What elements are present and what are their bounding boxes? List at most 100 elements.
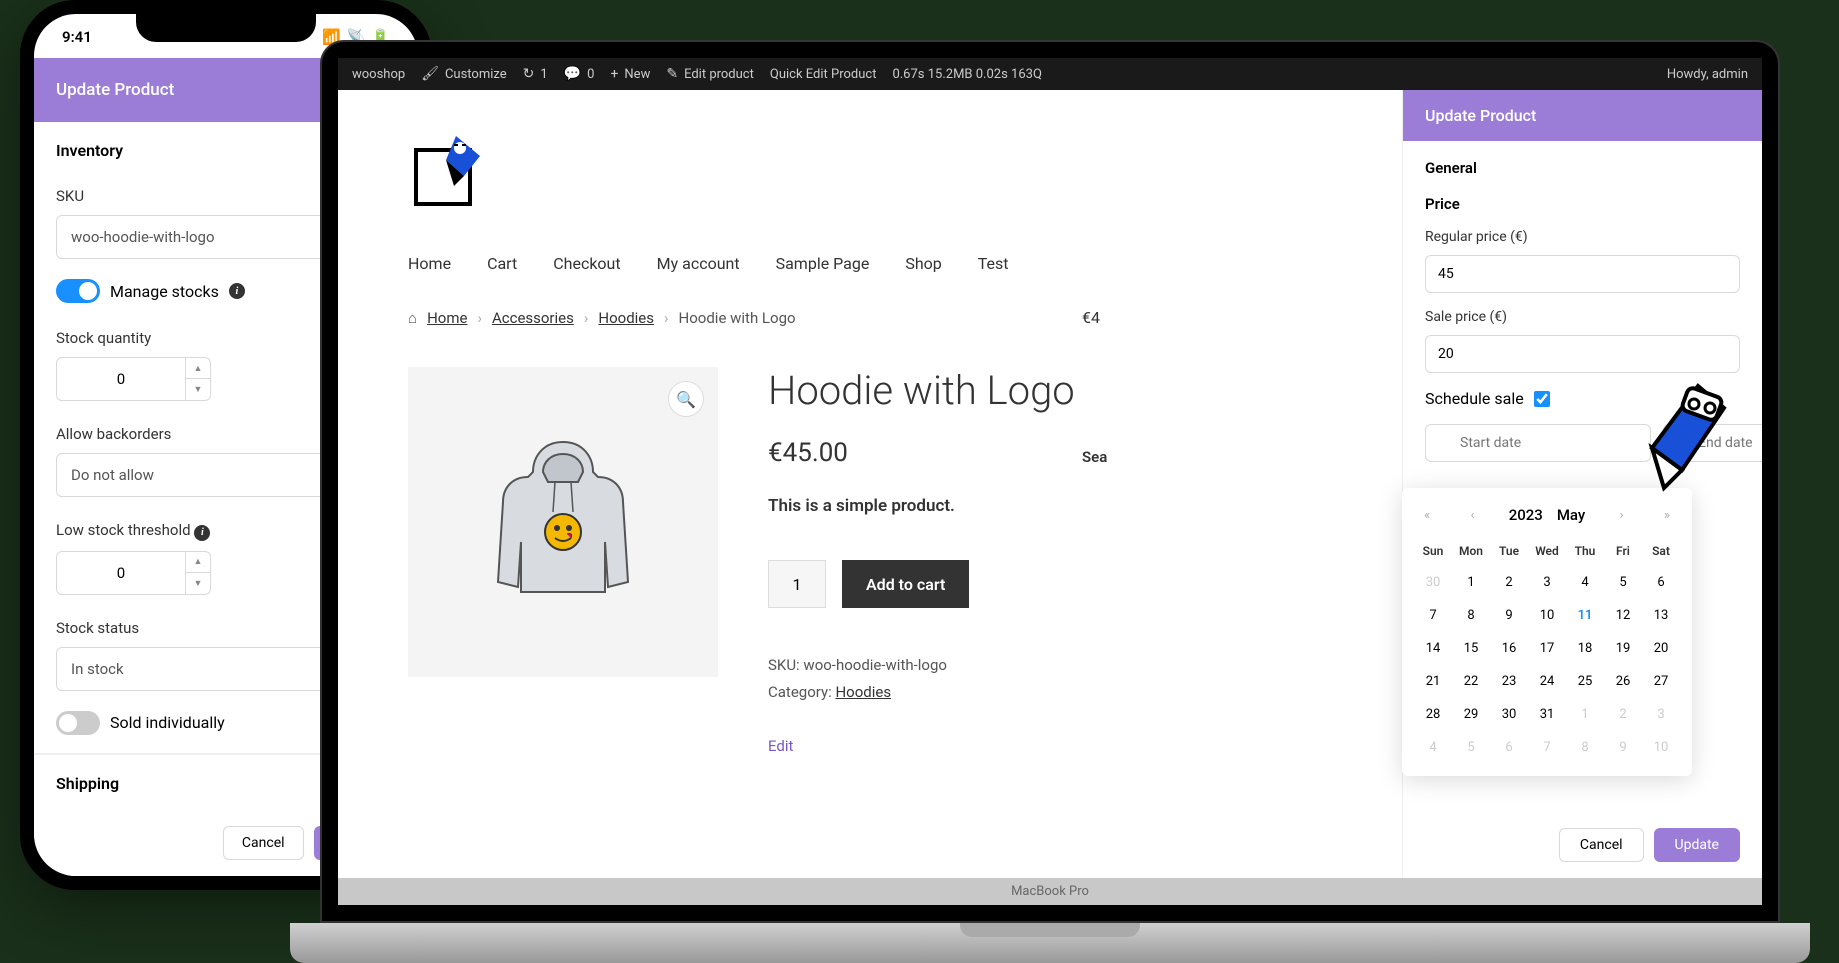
- cal-prev-month[interactable]: ‹: [1464, 508, 1480, 523]
- cal-day[interactable]: 24: [1528, 665, 1566, 698]
- cal-day[interactable]: 30: [1490, 698, 1528, 731]
- cal-next-year[interactable]: »: [1658, 508, 1676, 523]
- cal-day[interactable]: 4: [1566, 566, 1604, 599]
- nav-shop[interactable]: Shop: [905, 254, 941, 273]
- cal-year[interactable]: 2023: [1509, 506, 1543, 524]
- nav-home[interactable]: Home: [408, 254, 451, 273]
- adminbar-howdy[interactable]: Howdy, admin: [1667, 67, 1748, 82]
- cal-day[interactable]: 22: [1452, 665, 1490, 698]
- cal-day[interactable]: 23: [1490, 665, 1528, 698]
- phone-notch: [136, 14, 316, 42]
- low-stock-input[interactable]: [56, 551, 186, 595]
- cal-day[interactable]: 9: [1490, 599, 1528, 632]
- cal-day[interactable]: 8: [1566, 731, 1604, 764]
- cat-link[interactable]: Hoodies: [835, 683, 891, 701]
- cal-day[interactable]: 5: [1452, 731, 1490, 764]
- regular-price-input[interactable]: [1425, 255, 1740, 293]
- cal-day[interactable]: 29: [1452, 698, 1490, 731]
- qty-up-button[interactable]: ▲: [186, 358, 210, 379]
- bc-hoodies[interactable]: Hoodies: [598, 309, 654, 327]
- refresh-icon: ↻: [523, 66, 535, 82]
- cancel-button[interactable]: Cancel: [223, 826, 304, 860]
- low-down-button[interactable]: ▼: [186, 573, 210, 594]
- site-logo: [408, 130, 488, 220]
- cal-day[interactable]: 8: [1452, 599, 1490, 632]
- cal-day[interactable]: 2: [1490, 566, 1528, 599]
- cal-day[interactable]: 10: [1642, 731, 1680, 764]
- cal-day[interactable]: 9: [1604, 731, 1642, 764]
- cal-day[interactable]: 27: [1642, 665, 1680, 698]
- wp-admin-bar: wooshop 🖌Customize ↻1 💬0 +New ✎Edit prod…: [338, 58, 1762, 90]
- cal-day[interactable]: 1: [1566, 698, 1604, 731]
- cal-day[interactable]: 13: [1642, 599, 1680, 632]
- cal-day[interactable]: 3: [1528, 566, 1566, 599]
- qty-down-button[interactable]: ▼: [186, 379, 210, 400]
- cal-day[interactable]: 6: [1490, 731, 1528, 764]
- cal-day[interactable]: 28: [1414, 698, 1452, 731]
- cal-day[interactable]: 18: [1566, 632, 1604, 665]
- cal-day[interactable]: 10: [1528, 599, 1566, 632]
- laptop-brand-label: MacBook Pro: [338, 878, 1762, 905]
- product-title: Hoodie with Logo: [768, 367, 1332, 414]
- cal-day[interactable]: 20: [1642, 632, 1680, 665]
- cal-day[interactable]: 30: [1414, 566, 1452, 599]
- panel-cancel-button[interactable]: Cancel: [1559, 828, 1644, 862]
- adminbar-comments[interactable]: 💬0: [564, 66, 595, 82]
- cal-day[interactable]: 3: [1642, 698, 1680, 731]
- bc-home[interactable]: Home: [427, 309, 467, 327]
- sale-price-input[interactable]: [1425, 335, 1740, 373]
- cal-prev-year[interactable]: «: [1418, 508, 1436, 523]
- adminbar-site[interactable]: wooshop: [352, 67, 405, 82]
- cal-month[interactable]: May: [1557, 506, 1585, 524]
- cal-day[interactable]: 5: [1604, 566, 1642, 599]
- cal-day[interactable]: 16: [1490, 632, 1528, 665]
- info-icon[interactable]: i: [229, 283, 245, 299]
- cal-day[interactable]: 17: [1528, 632, 1566, 665]
- cal-day[interactable]: 7: [1414, 599, 1452, 632]
- cal-day[interactable]: 26: [1604, 665, 1642, 698]
- cal-day[interactable]: 15: [1452, 632, 1490, 665]
- bc-accessories[interactable]: Accessories: [492, 309, 574, 327]
- cat-meta-label: Category:: [768, 683, 832, 701]
- cal-day[interactable]: 31: [1528, 698, 1566, 731]
- laptop-device: wooshop 🖌Customize ↻1 💬0 +New ✎Edit prod…: [320, 40, 1780, 963]
- adminbar-new[interactable]: +New: [610, 66, 650, 82]
- manage-stocks-label: Manage stocks: [110, 282, 219, 301]
- adminbar-edit-product[interactable]: ✎Edit product: [666, 66, 754, 82]
- nav-checkout[interactable]: Checkout: [553, 254, 620, 273]
- nav-sample[interactable]: Sample Page: [776, 254, 870, 273]
- manage-stocks-toggle[interactable]: [56, 279, 100, 303]
- zoom-icon[interactable]: 🔍: [668, 381, 704, 417]
- nav-account[interactable]: My account: [657, 254, 740, 273]
- cal-dow: Wed: [1528, 536, 1566, 566]
- cal-day[interactable]: 12: [1604, 599, 1642, 632]
- adminbar-quick-edit[interactable]: Quick Edit Product: [770, 67, 877, 82]
- cal-dow: Thu: [1566, 536, 1604, 566]
- adminbar-customize[interactable]: 🖌Customize: [421, 66, 506, 82]
- schedule-sale-label: Schedule sale: [1425, 389, 1524, 408]
- cal-day[interactable]: 1: [1452, 566, 1490, 599]
- adminbar-updates[interactable]: ↻1: [523, 66, 548, 82]
- cal-day[interactable]: 19: [1604, 632, 1642, 665]
- cal-day[interactable]: 4: [1414, 731, 1452, 764]
- low-up-button[interactable]: ▲: [186, 552, 210, 573]
- cal-day[interactable]: 25: [1566, 665, 1604, 698]
- nav-cart[interactable]: Cart: [487, 254, 517, 273]
- sold-individually-toggle[interactable]: [56, 711, 100, 735]
- nav-test[interactable]: Test: [978, 254, 1009, 273]
- quantity-input[interactable]: [768, 560, 826, 608]
- edit-link[interactable]: Edit: [768, 737, 793, 755]
- cal-day[interactable]: 2: [1604, 698, 1642, 731]
- cal-next-month[interactable]: ›: [1614, 508, 1630, 523]
- info-icon[interactable]: i: [194, 525, 210, 541]
- cal-day[interactable]: 21: [1414, 665, 1452, 698]
- add-to-cart-button[interactable]: Add to cart: [842, 560, 969, 608]
- product-image[interactable]: 🔍: [408, 367, 718, 677]
- panel-update-button[interactable]: Update: [1654, 828, 1740, 862]
- cal-day[interactable]: 7: [1528, 731, 1566, 764]
- cal-day[interactable]: 11: [1566, 599, 1604, 632]
- cal-day[interactable]: 14: [1414, 632, 1452, 665]
- stock-qty-input[interactable]: [56, 357, 186, 401]
- cal-day[interactable]: 6: [1642, 566, 1680, 599]
- schedule-sale-checkbox[interactable]: [1534, 391, 1550, 407]
